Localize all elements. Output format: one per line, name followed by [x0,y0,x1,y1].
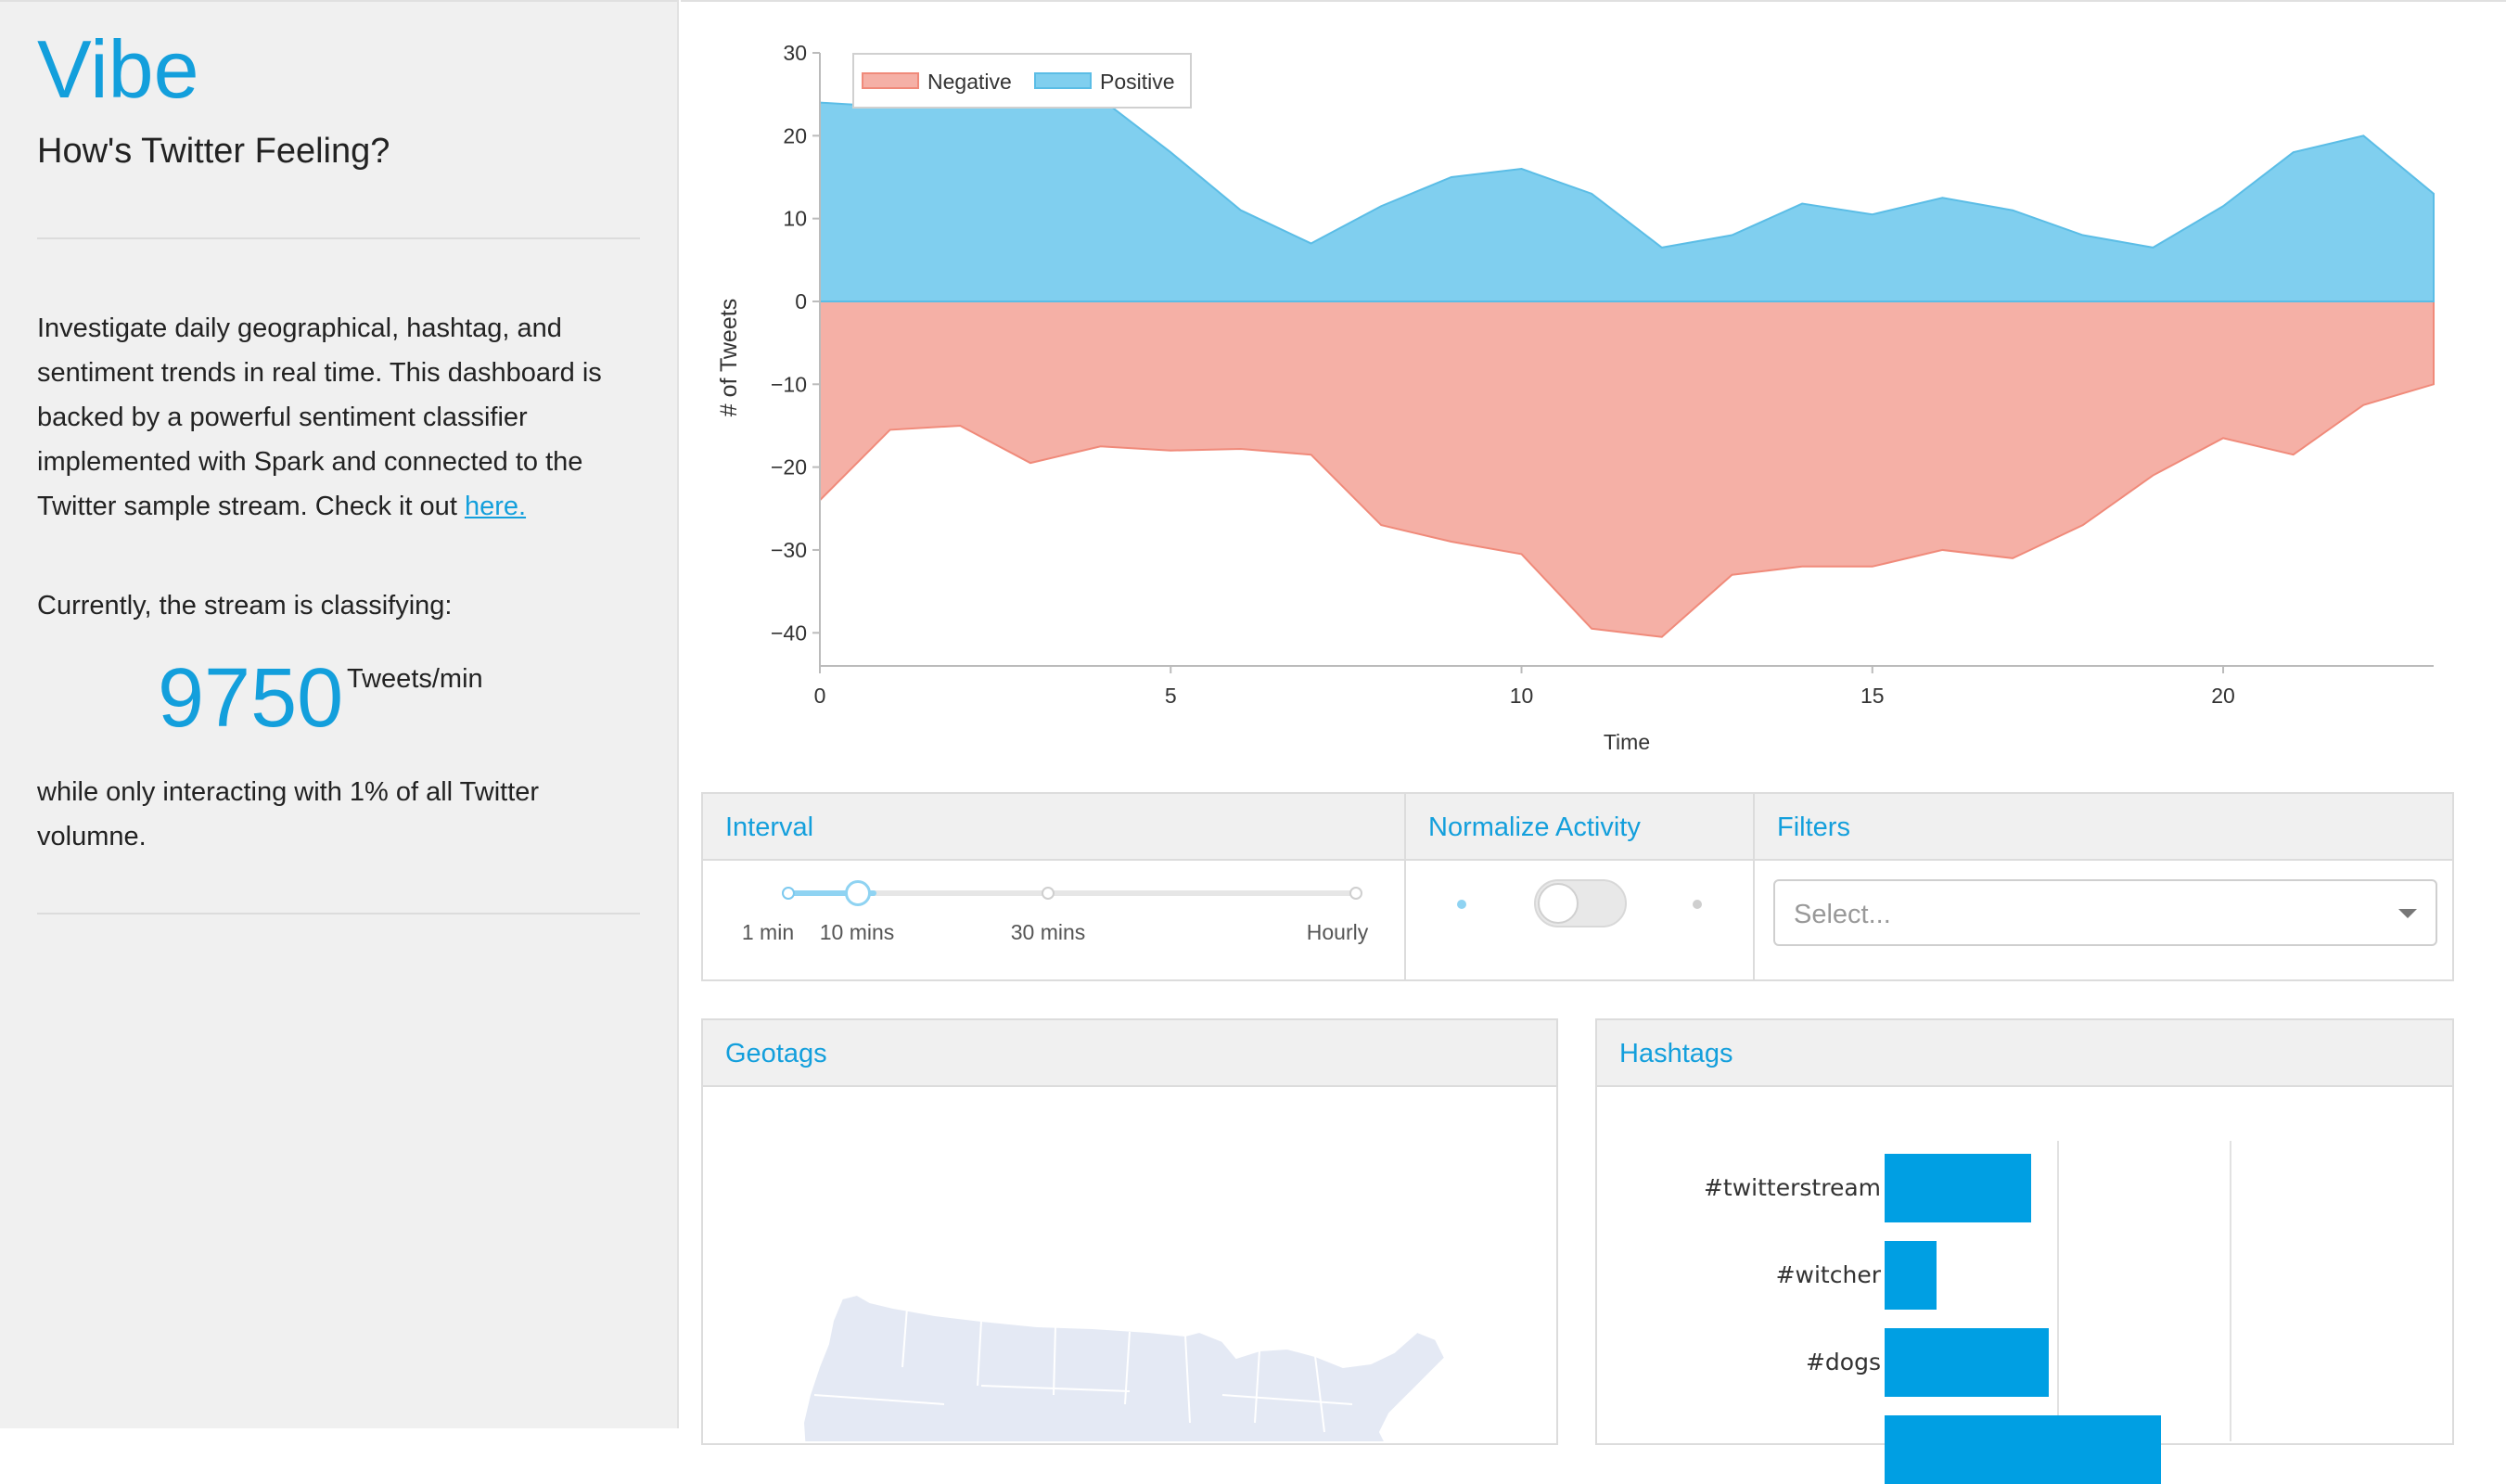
sentiment-area-chart: 30 20 10 0 −10 −20 −30 −40 0 5 10 15 20 Time # of Twee… [716,41,2435,754]
chart-legend: Negative Positive [852,53,1192,109]
intro-text: Investigate daily geographical, hashtag,… [37,313,602,521]
x-tick-label: 15 [1860,684,1885,708]
toggle-knob [1538,883,1579,924]
intro-link[interactable]: here. [465,492,526,521]
y-tick-label: −40 [771,620,807,645]
geotags-header: Geotags [703,1020,1556,1087]
hashtag-label: #witcher [1775,1261,1881,1288]
hashtag-label: #twitterstream [1703,1174,1881,1201]
sidebar: Vibe How's Twitter Feeling? Investigate … [0,0,679,1428]
interval-slider[interactable]: 1 min 10 mins 30 mins Hourly [703,861,1404,979]
hashtag-bar[interactable] [1885,1415,2161,1484]
after-text: while only interacting with 1% of all Tw… [37,777,540,851]
slider-stop-30mins[interactable] [1042,887,1055,900]
x-axis-label: Time [1604,730,1650,754]
normalize-cell: Normalize Activity [1404,794,1753,979]
y-axis-label: # of Tweets [716,299,742,416]
normalize-toggle-area [1406,861,1753,979]
intro-paragraph: Investigate daily geographical, hashtag,… [37,306,631,529]
gridline [2057,1141,2059,1441]
legend-swatch-negative [862,72,919,89]
slider-tick-label: 1 min [741,920,795,944]
controls-panel: Interval 1 min 10 mins 30 mins Hourly No… [701,792,2454,981]
brand-title: Vibe [37,23,199,115]
normalize-header: Normalize Activity [1406,794,1753,861]
toggle-on-indicator [1693,900,1702,909]
slider-handle[interactable] [845,880,871,906]
geotags-panel: Geotags [701,1018,1558,1445]
x-tick-label: 5 [1165,684,1177,708]
y-tick-label: 10 [783,207,807,231]
hashtag-label: #dogs [1805,1349,1881,1375]
y-tick-label: 20 [783,123,807,147]
filters-cell: Filters Select... [1753,794,2452,979]
y-tick-label: 30 [783,41,807,65]
rate-unit: Tweets/min [347,664,483,694]
y-tick-label: −30 [771,538,807,562]
hashtags-panel: Hashtags #twitterstream #witcher #dogs [1595,1018,2454,1484]
hashtag-bar[interactable] [1885,1241,1937,1310]
interval-header: Interval [703,794,1404,861]
x-tick-label: 0 [814,684,826,708]
us-map[interactable] [703,1089,1556,1441]
y-tick-label: −10 [771,372,807,396]
x-tick-label: 20 [2211,684,2235,708]
filters-placeholder: Select... [1794,900,1891,929]
slider-stop-1min[interactable] [782,887,795,900]
toggle-off-indicator [1457,900,1466,909]
brand-subtitle: How's Twitter Feeling? [37,132,390,171]
rate-value: 9750 [158,652,344,745]
gridline [2230,1141,2231,1441]
interval-cell: Interval 1 min 10 mins 30 mins Hourly [703,794,1404,979]
hashtags-header: Hashtags [1597,1020,2452,1087]
slider-tick-label: Hourly [1306,920,1369,944]
legend-label-negative: Negative [927,70,1012,94]
divider [37,237,640,239]
area-series-positive [819,93,2435,302]
hashtag-bar-chart: #twitterstream #witcher #dogs [1597,1089,2452,1484]
y-tick-label: 0 [795,289,807,313]
x-tick-label: 10 [1510,684,1534,708]
divider [37,913,640,915]
currently-label: Currently, the stream is classifying: [37,591,453,620]
area-series-negative [819,300,2435,638]
hashtag-bar[interactable] [1885,1154,2032,1222]
hashtag-bar[interactable] [1885,1328,2049,1397]
legend-label-positive: Positive [1100,70,1175,94]
chevron-down-icon[interactable] [2398,909,2417,918]
filters-select[interactable]: Select... [1773,879,2437,946]
main-content: 30 20 10 0 −10 −20 −30 −40 0 5 10 15 20 Time # of Twee… [681,0,2506,1484]
y-tick-label: −20 [771,455,807,480]
slider-stop-hourly[interactable] [1349,887,1362,900]
slider-tick-label: 10 mins [819,920,895,944]
normalize-toggle[interactable] [1534,879,1627,928]
slider-tick-label: 30 mins [1010,920,1086,944]
filters-header: Filters [1755,794,2452,861]
legend-swatch-positive [1034,72,1092,89]
map-shape [801,1293,1447,1441]
